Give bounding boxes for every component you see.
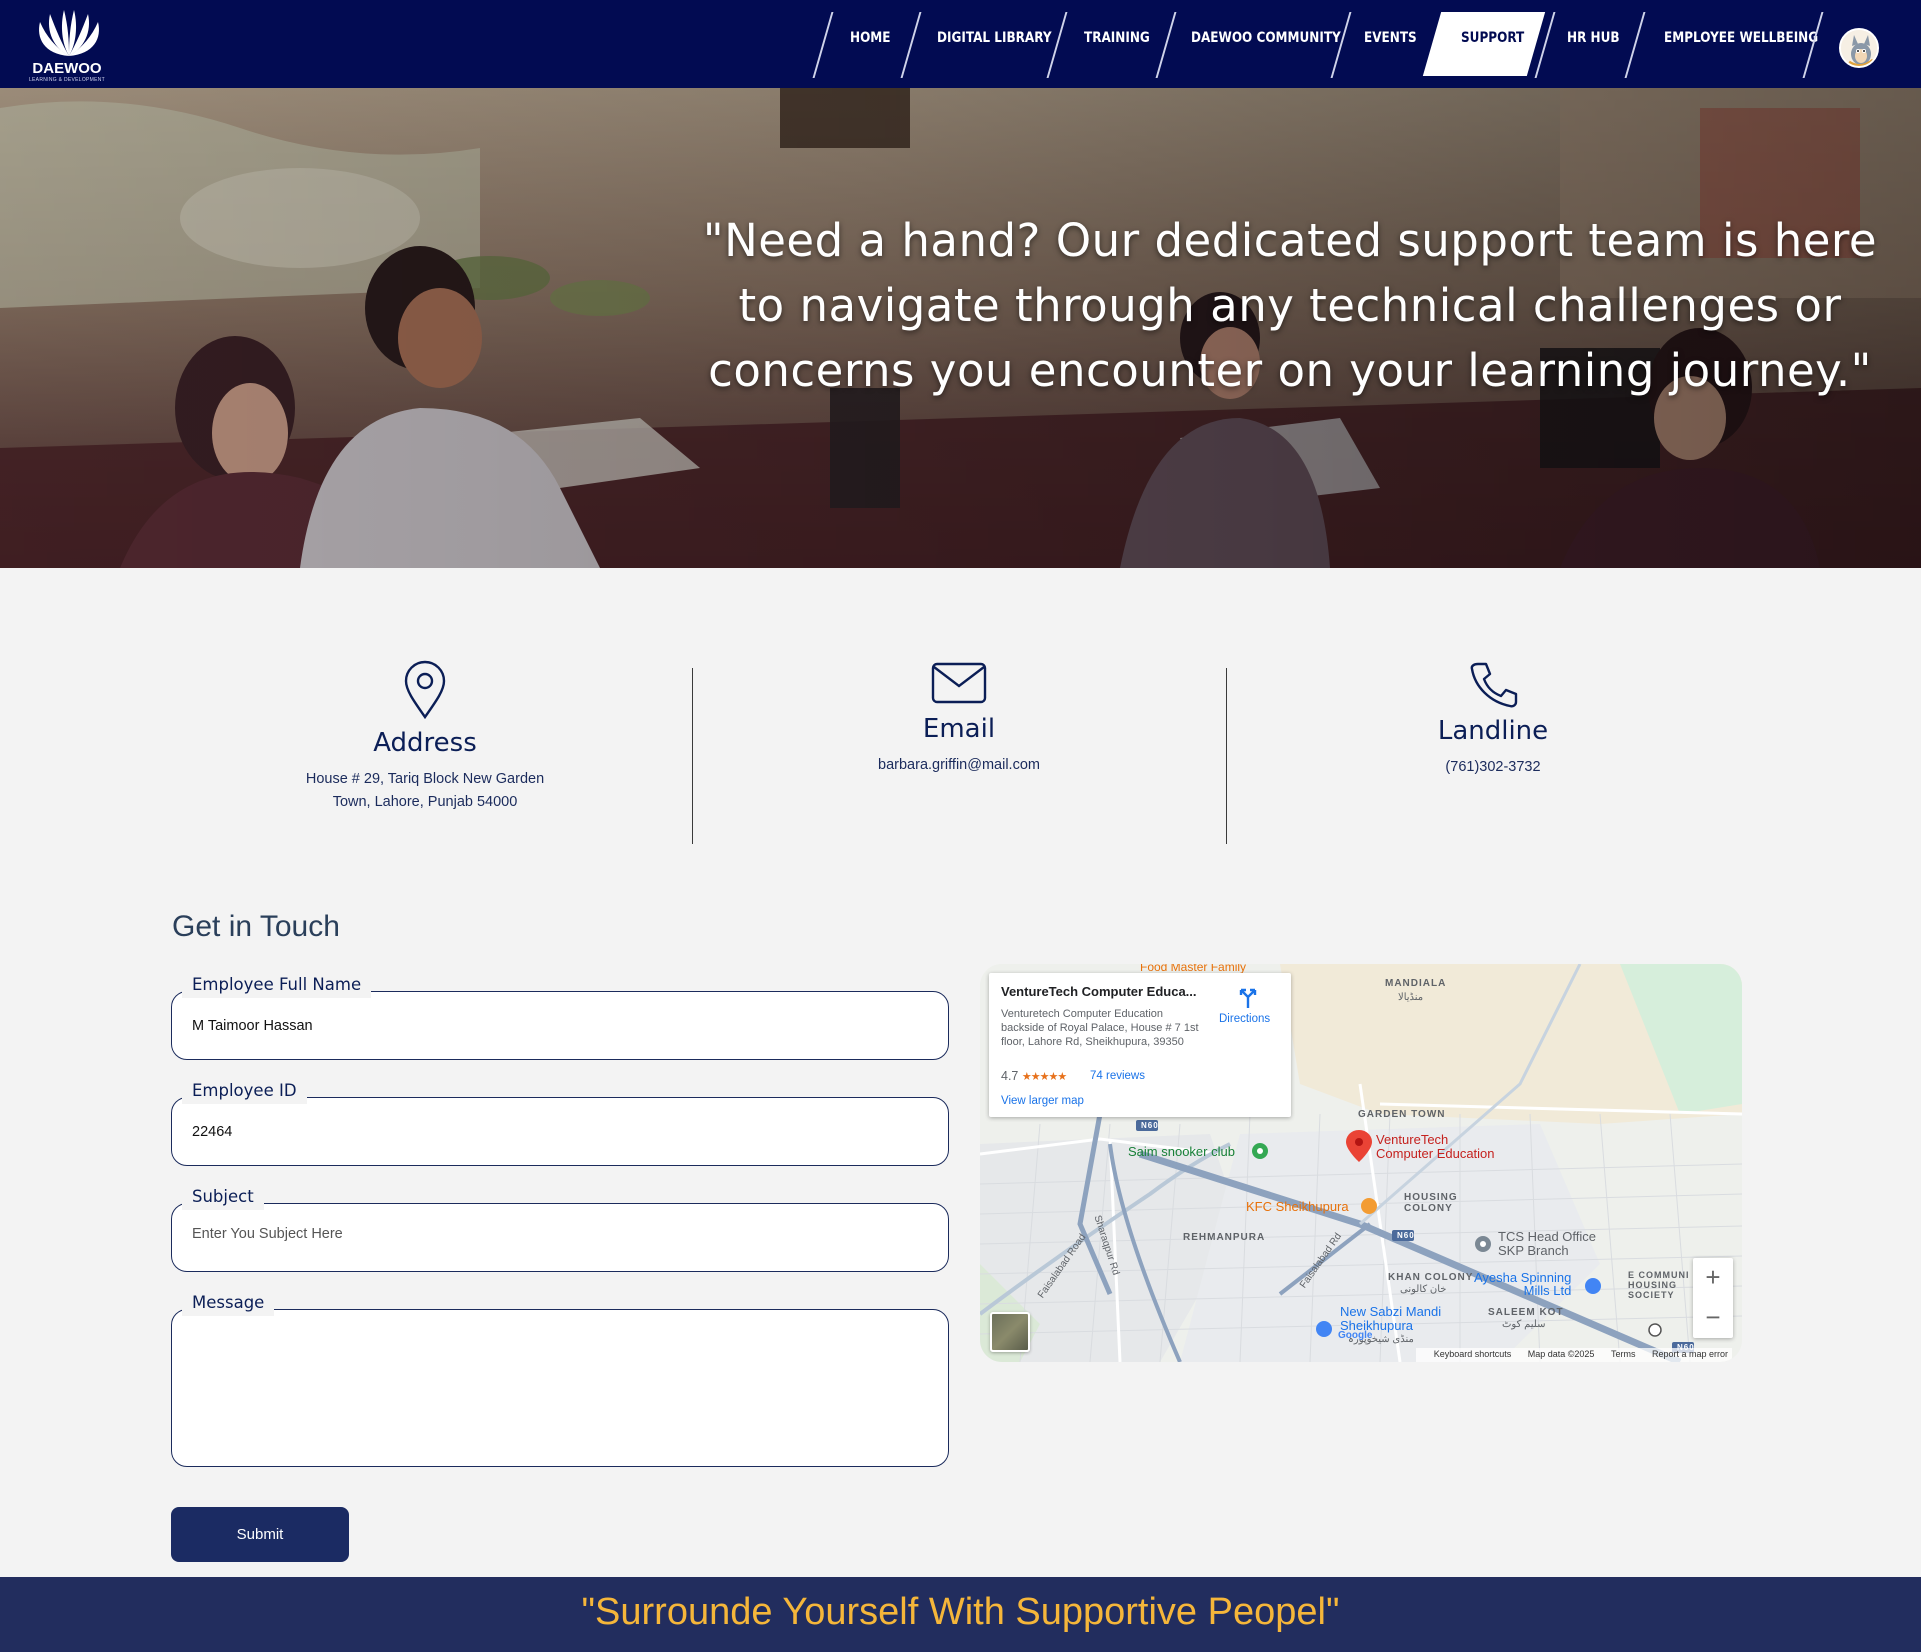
map-label-venturetech[interactable]: VentureTech Computer Education [1376, 1133, 1495, 1161]
nav-employee-wellbeing[interactable]: EMPLOYEE WELLBEING [1664, 0, 1818, 88]
place-address: Venturetech Computer Education backside … [1001, 1008, 1199, 1048]
landline-title: Landline [1437, 716, 1549, 746]
hero-banner: "Need a hand? Our dedicated support team… [0, 88, 1921, 568]
map-label-saleem-kot-urdu: سلیم کوٹ [1502, 1319, 1546, 1330]
nav-hr-hub[interactable]: HR HUB [1567, 0, 1620, 88]
logo-subtitle: LEARNING & DEVELOPMENT [28, 77, 106, 83]
employee-id-label: Employee ID [182, 1079, 307, 1104]
footer-banner: "Surrounde Yourself With Supportive Peop… [0, 1577, 1921, 1652]
map-label-n60: N60 [1397, 1231, 1415, 1240]
map-label-housing-colony: HOUSING COLONY [1404, 1192, 1458, 1214]
map-label-e-community: E COMMUNI HOUSING SOCIETY [1628, 1270, 1690, 1300]
address-block: Address House # 29, Tariq Block New Gard… [160, 660, 690, 814]
google-watermark: Google [1338, 1330, 1373, 1341]
place-name: VentureTech Computer Educa... [1001, 984, 1197, 999]
google-map-embed[interactable]: N60 N60 N60 Food Master Family MANDIALA … [980, 964, 1742, 1362]
map-zoom-controls: + − [1693, 1258, 1733, 1338]
footer-quote: "Surrounde Yourself With Supportive Peop… [581, 1591, 1340, 1633]
rating-stars-icon: ★★★★★ [1021, 1071, 1067, 1083]
landline-block: Landline (761)302-3732 [1228, 660, 1758, 779]
nav-separator [900, 12, 922, 78]
nav-support[interactable]: SUPPORT [1461, 0, 1524, 88]
nav-daewoo-community[interactable]: DAEWOO COMMUNITY [1191, 0, 1341, 88]
map-label-garden-town: GARDEN TOWN [1358, 1109, 1446, 1120]
employee-id-value[interactable]: 22464 [192, 1124, 232, 1140]
map-label-sabzi-mandi[interactable]: New Sabzi Mandi Sheikhupura [1340, 1305, 1441, 1333]
fan-logo-icon [39, 10, 99, 56]
logo-wordmark: DAEWOO [32, 60, 102, 77]
nav-training[interactable]: TRAINING [1084, 0, 1150, 88]
hero-quote: "Need a hand? Our dedicated support team… [702, 214, 1878, 397]
phone-icon [1470, 662, 1518, 708]
map-label-saim-snooker[interactable]: Saim snooker club [1128, 1144, 1235, 1159]
nav-separator [1155, 12, 1177, 78]
nav-digital-library[interactable]: DIGITAL LIBRARY [937, 0, 1052, 88]
view-larger-map-link[interactable]: View larger map [1001, 1095, 1084, 1107]
email-title: Email [922, 714, 996, 744]
map-label-ayesha-spinning[interactable]: Ayesha Spinning Mills Ltd [1474, 1271, 1571, 1297]
cartoon-avatar-icon [1841, 30, 1877, 66]
zoom-out-button[interactable]: − [1693, 1298, 1733, 1338]
map-label-kfc[interactable]: KFC Sheikhupura [1246, 1199, 1349, 1214]
full-name-label: Employee Full Name [182, 973, 372, 998]
rating-value: 4.7 [1001, 1069, 1019, 1083]
address-title: Address [373, 728, 477, 758]
full-name-field[interactable]: Employee Full Name M Taimoor Hassan [171, 973, 949, 1060]
place-rating: 4.7 ★★★★★ [1001, 1069, 1067, 1083]
message-textarea[interactable] [190, 1328, 930, 1448]
reviews-link[interactable]: 74 reviews [1090, 1070, 1145, 1082]
map-label-khan-colony: KHAN COLONY [1388, 1272, 1474, 1283]
satellite-toggle-button[interactable] [990, 1312, 1030, 1352]
daewoo-logo[interactable]: DAEWOO LEARNING & DEVELOPMENT [22, 8, 112, 83]
map-label-mandiala: MANDIALA [1385, 978, 1447, 989]
email-value[interactable]: barbara.griffin@mail.com [694, 754, 1224, 777]
user-avatar[interactable] [1839, 28, 1879, 68]
top-navbar: DAEWOO LEARNING & DEVELOPMENT HOME DIGIT… [0, 0, 1921, 88]
directions-label[interactable]: Directions [1219, 1013, 1270, 1025]
map-place-card: VentureTech Computer Educa... Venturetec… [989, 973, 1291, 1117]
subject-input[interactable] [192, 1226, 892, 1242]
contact-divider [692, 668, 693, 844]
map-label-tcs[interactable]: TCS Head Office SKP Branch [1498, 1230, 1596, 1258]
full-name-value[interactable]: M Taimoor Hassan [192, 1018, 313, 1034]
contact-divider [1226, 668, 1227, 844]
employee-id-field[interactable]: Employee ID 22464 [171, 1079, 949, 1166]
nav-separator [812, 12, 834, 78]
directions-icon[interactable] [1237, 985, 1259, 1009]
subject-field[interactable]: Subject [171, 1185, 949, 1272]
map-label-khan-colony-urdu: خان کالونی [1400, 1284, 1447, 1295]
nav-separator [1624, 12, 1646, 78]
terms-link[interactable]: Terms [1611, 1349, 1636, 1359]
get-in-touch-title: Get in Touch [172, 910, 340, 943]
map-label-saleem-kot: SALEEM KOT [1488, 1307, 1564, 1318]
report-map-error-link[interactable]: Report a map error [1652, 1349, 1728, 1359]
map-pin-icon [404, 660, 446, 720]
landline-value[interactable]: (761)302-3732 [1228, 756, 1758, 779]
address-line-1: House # 29, Tariq Block New Garden [305, 771, 545, 787]
keyboard-shortcuts-link[interactable]: Keyboard shortcuts [1434, 1349, 1512, 1359]
map-label-n60: N60 [1141, 1121, 1159, 1130]
submit-button[interactable]: Submit [171, 1507, 349, 1562]
map-data-text: Map data ©2025 [1527, 1349, 1595, 1359]
map-label-rehmanpura: REHMANPURA [1183, 1232, 1266, 1243]
message-label: Message [182, 1291, 275, 1316]
address-line-2: Town, Lahore, Punjab 54000 [332, 794, 518, 810]
address-text: House # 29, Tariq Block New Garden Town,… [160, 768, 690, 814]
zoom-in-button[interactable]: + [1693, 1258, 1733, 1298]
nav-events[interactable]: EVENTS [1364, 0, 1417, 88]
envelope-icon [931, 662, 987, 704]
message-field[interactable]: Message [171, 1291, 949, 1467]
email-block: Email barbara.griffin@mail.com [694, 660, 1224, 777]
subject-label: Subject [182, 1185, 264, 1210]
map-footer: Keyboard shortcuts Map data ©2025 Terms … [1415, 1348, 1732, 1362]
map-label-mandiala-urdu: منڈیالا [1398, 992, 1424, 1003]
nav-home[interactable]: HOME [850, 0, 891, 88]
